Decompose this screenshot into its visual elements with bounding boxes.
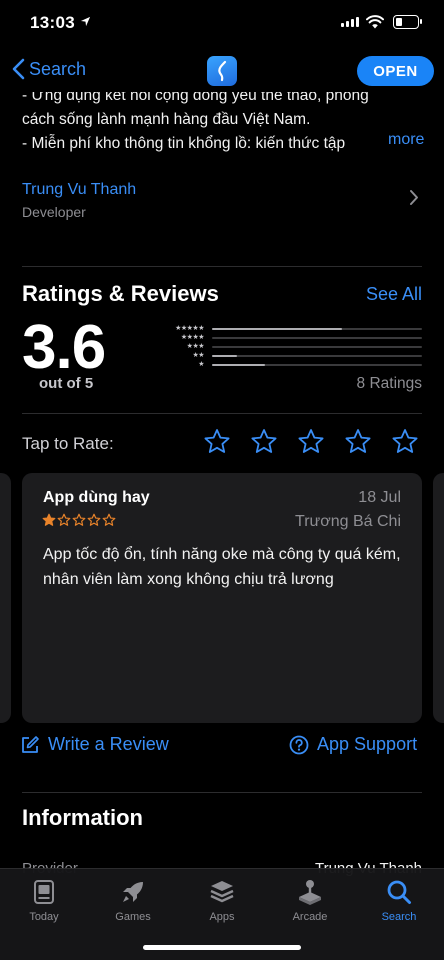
app-support-label: App Support (317, 734, 418, 754)
star-empty-icon (102, 513, 116, 526)
information-title: Information (22, 805, 143, 830)
rating-histogram: ★★★★★ ★★★★ ★★★ ★★ ★ (168, 324, 422, 369)
histogram-row: ★★★★★ (168, 324, 422, 333)
rocket-icon (123, 882, 143, 902)
histogram-fill (212, 327, 343, 330)
tab-games[interactable]: Games (89, 877, 177, 923)
rating-count: 8 Ratings (356, 375, 422, 392)
see-all-link[interactable]: See All (366, 284, 422, 305)
histogram-row: ★ (168, 360, 422, 369)
histogram-row: ★★ (168, 351, 422, 360)
rate-star-3-icon[interactable] (297, 428, 325, 455)
back-button-label: Search (29, 58, 87, 79)
star-empty-icon (72, 513, 86, 526)
tab-label: Arcade (292, 911, 328, 923)
tab-today[interactable]: Today (0, 877, 88, 923)
description-line: - Miễn phí kho thông tin khổng lồ: kiến … (22, 135, 346, 152)
histogram-stars: ★★★★ (180, 334, 205, 341)
chevron-right-icon[interactable] (409, 189, 419, 206)
compose-icon (22, 735, 39, 753)
histogram-track (212, 345, 422, 348)
previous-review-card-edge[interactable] (0, 473, 11, 723)
tab-label: Apps (209, 911, 235, 923)
histogram-track (212, 327, 422, 330)
star-filled-icon (42, 513, 56, 526)
developer-label: Developer (22, 204, 86, 220)
layers-icon (210, 881, 234, 903)
histogram-fill (212, 354, 238, 357)
more-link[interactable]: more (384, 131, 425, 149)
next-review-card-edge[interactable] (433, 473, 444, 723)
rate-star-2-icon[interactable] (250, 428, 278, 455)
tab-apps[interactable]: Apps (178, 877, 266, 923)
review-body: App tốc độ ổn, tính năng oke mà công ty … (43, 546, 401, 588)
app-description: - Ứng dụng kết nối cộng đồng yêu thể tha… (22, 84, 422, 156)
histogram-row: ★★★★ (168, 333, 422, 342)
question-circle-icon (289, 735, 309, 754)
review-author: Trương Bá Chi (295, 513, 401, 530)
write-review-button[interactable]: Write a Review (20, 734, 169, 755)
histogram-fill (212, 363, 265, 366)
open-button[interactable]: OPEN (357, 56, 434, 86)
histogram-stars: ★★★ (186, 343, 205, 350)
histogram-track (212, 363, 422, 366)
battery-icon (393, 15, 422, 29)
average-rating: 3.6 (22, 313, 106, 382)
cellular-signal-icon (341, 17, 359, 27)
rate-star-4-icon[interactable] (344, 428, 372, 455)
app-icon (207, 56, 237, 86)
histogram-track (212, 336, 422, 339)
tap-to-rate-label: Tap to Rate: (22, 434, 114, 453)
tab-arcade[interactable]: Arcade (266, 877, 354, 923)
review-title: App dùng hay (43, 489, 150, 506)
histogram-track (212, 354, 422, 357)
tap-to-rate-stars (203, 428, 419, 455)
status-bar: 13:03 (0, 0, 444, 48)
divider (22, 792, 422, 793)
home-indicator[interactable] (143, 945, 301, 950)
histogram-stars: ★★★★★ (175, 325, 204, 332)
tab-search[interactable]: Search (355, 877, 443, 923)
tab-label: Search (381, 911, 417, 923)
histogram-stars: ★★ (192, 352, 204, 359)
today-icon (34, 880, 54, 904)
description-line: cách sống lành mạnh hàng đầu Việt Nam. (22, 111, 311, 128)
histogram-row: ★★★ (168, 342, 422, 351)
developer-link[interactable]: Trung Vu Thanh (22, 181, 136, 199)
description-line: - Ứng dụng kết nối cộng đồng yêu thể tha… (22, 87, 369, 104)
app-logo-icon (218, 60, 227, 82)
chevron-left-icon (12, 58, 25, 80)
divider (22, 266, 422, 267)
tab-label: Today (29, 911, 59, 923)
search-icon (387, 880, 411, 904)
star-empty-icon (87, 513, 101, 526)
rate-star-5-icon[interactable] (391, 428, 419, 455)
histogram-stars: ★ (198, 361, 204, 368)
review-card[interactable]: App dùng hay 18 Jul Trương Bá Chi App tố… (22, 473, 422, 723)
star-empty-icon (57, 513, 71, 526)
rate-star-1-icon[interactable] (203, 428, 231, 455)
back-button[interactable]: Search (12, 58, 86, 80)
write-review-label: Write a Review (48, 734, 169, 754)
ratings-title: Ratings & Reviews (22, 281, 219, 306)
wifi-icon (366, 15, 384, 29)
rating-scale: out of 5 (39, 375, 94, 392)
app-support-button[interactable]: App Support (289, 734, 417, 755)
review-rating-stars (42, 513, 116, 527)
joystick-icon (299, 880, 321, 905)
status-time: 13:03 (30, 13, 75, 32)
divider (22, 413, 422, 414)
review-date: 18 Jul (358, 489, 401, 506)
tab-label: Games (115, 911, 151, 923)
location-arrow-icon (80, 16, 91, 27)
